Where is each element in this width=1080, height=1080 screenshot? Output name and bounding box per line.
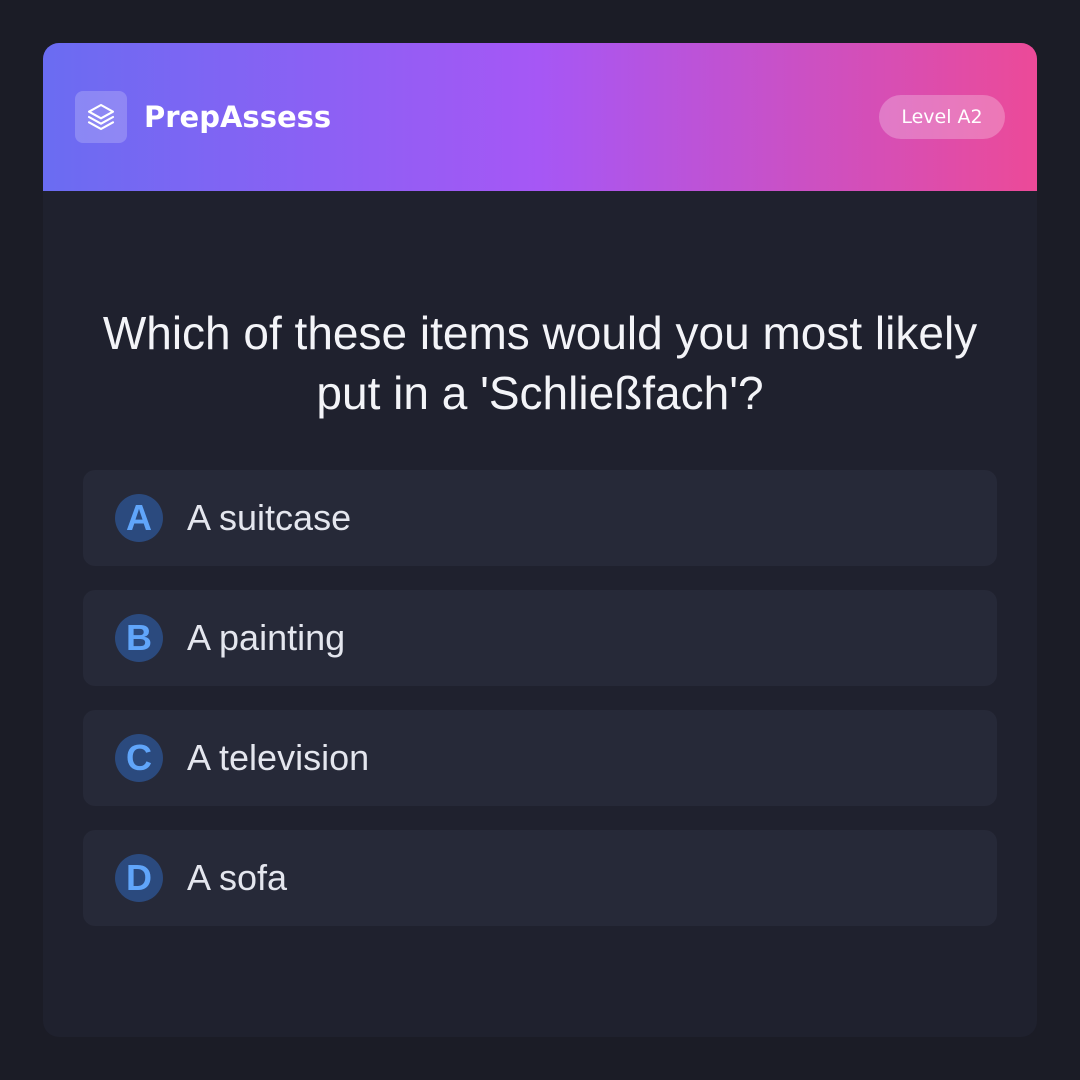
option-letter-badge: D	[115, 854, 163, 902]
option-letter-badge: A	[115, 494, 163, 542]
question-text: Which of these items would you most like…	[102, 307, 978, 419]
option-letter-badge: C	[115, 734, 163, 782]
option-d[interactable]: D A sofa	[83, 830, 997, 926]
option-text: A painting	[187, 617, 346, 658]
option-c[interactable]: C A television	[83, 710, 997, 806]
quiz-card: PrepAssess Level A2 Which of these items…	[43, 43, 1037, 1037]
brand-name: PrepAssess	[144, 100, 332, 134]
logo	[75, 91, 127, 143]
layers-icon	[87, 103, 115, 131]
option-text: A suitcase	[187, 497, 352, 538]
option-b[interactable]: B A painting	[83, 590, 997, 686]
option-text: A sofa	[187, 857, 288, 898]
option-a[interactable]: A A suitcase	[83, 470, 997, 566]
option-letter-badge: B	[115, 614, 163, 662]
option-text: A television	[187, 737, 370, 778]
level-badge: Level A2	[879, 95, 1005, 139]
header: PrepAssess Level A2	[43, 43, 1037, 191]
